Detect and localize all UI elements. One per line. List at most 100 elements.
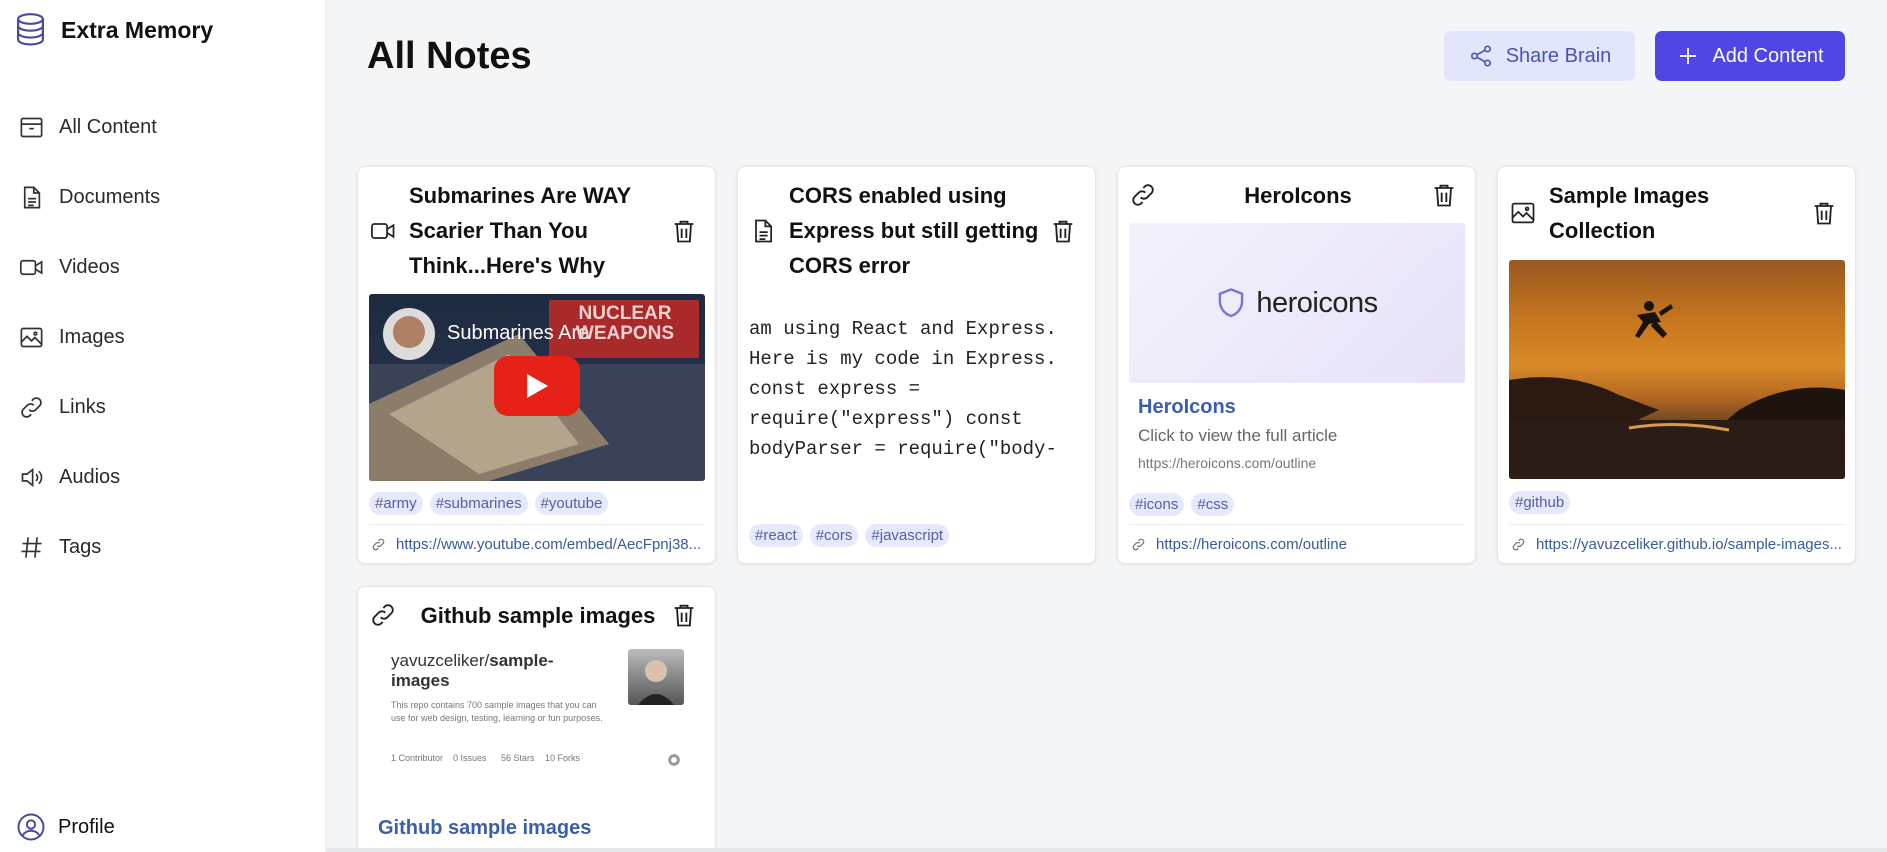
stat-number: 1 <box>391 753 397 763</box>
sidebar-item-label: Audios <box>59 465 121 488</box>
card-title: Github sample images <box>420 603 656 628</box>
repo-stat: 1 Contributor <box>391 753 443 763</box>
sidebar-item-audios[interactable]: Audios <box>18 442 160 512</box>
repo-stat: 56 Stars <box>501 753 535 763</box>
trash-icon[interactable] <box>1430 181 1458 209</box>
sidebar-item-documents[interactable]: Documents <box>18 162 160 232</box>
trash-icon[interactable] <box>1810 199 1838 227</box>
note-card-video[interactable]: Submarines Are WAY Scarier Than You Thin… <box>357 166 716 564</box>
tag[interactable]: #icons <box>1129 493 1185 516</box>
card-link[interactable]: https://www.youtube.com/embed/AecFpnj38.… <box>371 536 705 553</box>
stat-number: 0 <box>453 753 459 763</box>
link-icon <box>1132 184 1154 206</box>
link-preview-image[interactable]: yavuzceliker/sample-images This repo con… <box>369 643 705 773</box>
tag[interactable]: #army <box>369 492 423 515</box>
preview-brand: heroicons <box>1256 286 1378 319</box>
trash-icon[interactable] <box>670 601 698 629</box>
link-url: https://heroicons.com/outline <box>1156 536 1347 553</box>
tag[interactable]: #youtube <box>534 492 609 515</box>
app-title: Extra Memory <box>61 16 214 43</box>
speaker-icon <box>21 467 43 487</box>
stat-label: Issues <box>460 753 487 763</box>
profile-label: Profile <box>58 815 115 838</box>
tag[interactable]: #submarines <box>429 492 528 515</box>
share-brain-button[interactable]: Share Brain <box>1444 31 1635 81</box>
tag[interactable]: #github <box>1509 491 1571 514</box>
divider <box>369 524 704 525</box>
tag[interactable]: #react <box>749 524 803 547</box>
tag-list: #icons #css <box>1129 493 1235 516</box>
sidebar-item-label: Images <box>59 325 125 348</box>
sidebar-item-tags[interactable]: Tags <box>18 512 160 582</box>
sidebar-item-videos[interactable]: Videos <box>18 232 160 302</box>
preview-description: Click to view the full article <box>1138 426 1338 445</box>
stat-label: Stars <box>513 753 535 763</box>
sidebar-item-label: All Content <box>59 115 157 138</box>
video-camera-icon <box>371 223 395 239</box>
play-icon <box>527 374 548 398</box>
user-circle-icon <box>17 813 45 841</box>
preview-title[interactable]: HeroIcons <box>1138 396 1236 419</box>
document-icon <box>23 186 41 208</box>
hashtag-icon <box>21 536 42 558</box>
database-icon <box>17 13 44 46</box>
trash-icon[interactable] <box>670 217 698 245</box>
sidebar-item-images[interactable]: Images <box>18 302 160 372</box>
repo-avatar <box>628 649 684 705</box>
link-preview-image[interactable]: heroicons <box>1129 223 1465 383</box>
video-banner: NUCLEAR WEAPONS <box>575 303 675 344</box>
image-icon <box>20 327 43 347</box>
archive-icon <box>20 117 43 137</box>
repo-description: This repo contains 700 sample images tha… <box>391 700 603 723</box>
video-thumbnail[interactable]: Submarines Are ... NUCLEAR WEAPONS <box>369 294 705 481</box>
document-icon <box>755 219 773 243</box>
sidebar-item-label: Links <box>59 395 106 418</box>
card-link[interactable]: https://yavuzceliker.github.io/sample-im… <box>1511 536 1845 553</box>
divider <box>1129 524 1464 525</box>
stat-label: Forks <box>557 753 581 763</box>
note-card-image[interactable]: Sample Images Collection #github https:/… <box>1497 166 1856 564</box>
tag-list: #react #cors #javascript <box>749 524 950 547</box>
play-button[interactable] <box>494 356 580 416</box>
sidebar-item-label: Videos <box>59 255 120 278</box>
image-icon <box>1511 202 1535 224</box>
preview-title[interactable]: Github sample images <box>378 817 591 840</box>
link-url: https://yavuzceliker.github.io/sample-im… <box>1536 536 1842 553</box>
repo-name: yavuzceliker/sample-images <box>391 651 581 691</box>
sidebar-item-links[interactable]: Links <box>18 372 160 442</box>
stat-number: 56 <box>501 753 512 763</box>
card-link[interactable]: https://heroicons.com/outline <box>1131 536 1465 553</box>
profile-button[interactable]: Profile <box>16 812 115 842</box>
stat-label: Contributor <box>398 753 444 763</box>
tag[interactable]: #cors <box>809 524 859 547</box>
link-url: https://www.youtube.com/embed/AecFpnj38.… <box>396 536 702 553</box>
card-title: HeroIcons <box>1244 183 1352 208</box>
share-icon <box>1470 45 1491 67</box>
page-title: All Notes <box>367 35 532 77</box>
brand[interactable]: Extra Memory <box>14 12 213 48</box>
note-image[interactable] <box>1509 260 1845 479</box>
card-title: Submarines Are WAY Scarier Than You Thin… <box>409 183 631 278</box>
card-title: CORS enabled using Express but still get… <box>789 183 1039 278</box>
sidebar-item-all-content[interactable]: All Content <box>18 92 160 162</box>
tag-list: #github <box>1509 491 1571 514</box>
divider <box>1509 524 1844 525</box>
document-body: am using React and Express. Here is my c… <box>749 318 1057 460</box>
note-card-link-github[interactable]: Github sample images yavuzceliker/sample… <box>357 586 716 852</box>
link-icon <box>372 538 385 551</box>
note-card-link[interactable]: HeroIcons heroicons HeroIcons Click to v… <box>1117 166 1476 564</box>
add-content-label: Add Content <box>1712 44 1824 67</box>
link-icon <box>372 604 394 626</box>
note-card-document[interactable]: CORS enabled using Express but still get… <box>737 166 1096 564</box>
trash-icon[interactable] <box>1049 217 1077 245</box>
sidebar: Extra Memory All Content Documents Video… <box>0 0 326 852</box>
video-camera-icon <box>19 259 43 275</box>
link-icon <box>1132 538 1145 551</box>
tag[interactable]: #javascript <box>865 524 950 547</box>
sidebar-nav: All Content Documents Videos Images Link… <box>18 92 160 582</box>
link-icon <box>21 396 42 418</box>
share-brain-label: Share Brain <box>1505 44 1612 67</box>
tag[interactable]: #css <box>1191 493 1235 516</box>
card-title: Sample Images Collection <box>1549 183 1710 243</box>
add-content-button[interactable]: Add Content <box>1655 31 1845 81</box>
